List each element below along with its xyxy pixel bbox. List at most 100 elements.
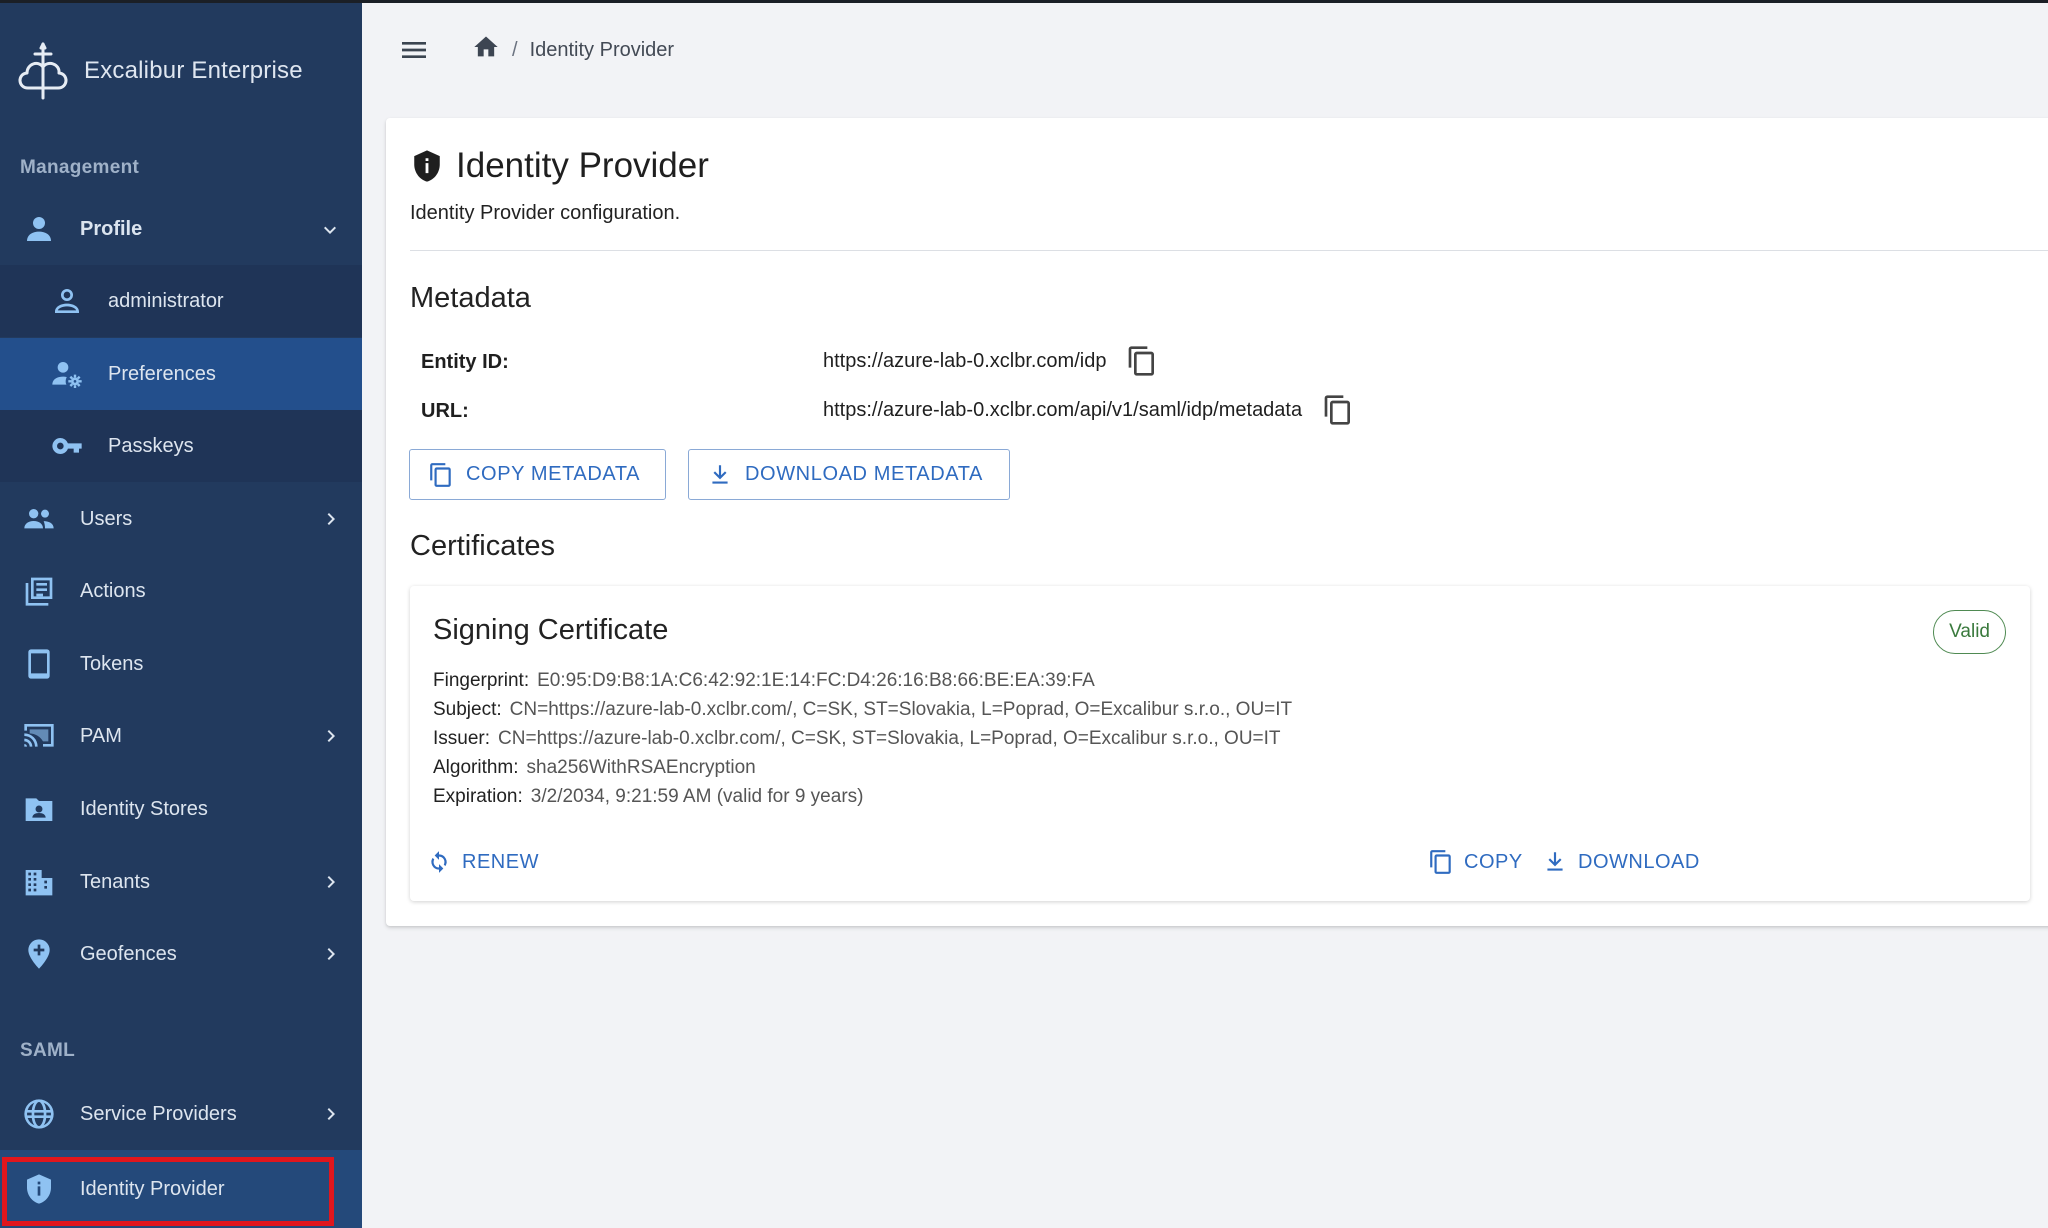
menu-toggle-button[interactable] [398,34,430,66]
download-icon [712,464,728,484]
subject-row: Subject: CN=https://azure-lab-0.xclbr.com… [433,699,1292,721]
divider [410,250,2048,251]
copy-url-button[interactable] [1322,394,1354,426]
entity-id-text: https://azure-lab-0.xclbr.com/idp [823,349,1107,372]
breadcrumb-separator: / [512,38,518,61]
breadcrumb: / Identity Provider [472,35,674,65]
download-certificate-button[interactable]: DOWNLOAD [1542,846,1700,878]
chevron-right-icon [318,870,342,894]
sidebar-item-label: Identity Stores [80,797,208,820]
subject-label: Subject: [433,699,502,720]
list-icon [22,574,56,608]
sidebar-item-identity-provider[interactable]: Identity Provider [0,1150,362,1228]
copy-entity-id-button[interactable] [1126,345,1158,377]
brand[interactable]: Excalibur Enterprise [14,40,303,102]
sidebar-item-preferences[interactable]: Preferences [0,338,362,410]
cast-icon [22,719,56,753]
status-badge: Valid [1933,610,2006,654]
algorithm-row: Algorithm: sha256WithRSAEncryption [433,757,756,779]
sidebar-item-label: Passkeys [108,434,194,457]
copy-metadata-label: COPY METADATA [466,463,641,485]
app-name: Excalibur Enterprise [84,57,303,84]
sidebar-item-users[interactable]: Users [0,483,362,555]
url-text: https://azure-lab-0.xclbr.com/api/v1/sam… [823,398,1303,421]
folder-user-icon [22,792,56,826]
renew-label: RENEW [462,850,539,873]
section-title-saml: SAML [20,1040,76,1061]
breadcrumb-current: Identity Provider [529,38,675,61]
sidebar-item-label: Preferences [108,362,216,385]
building-icon [22,865,56,899]
sidebar-item-label: Tokens [80,652,144,675]
person-settings-icon [50,357,84,391]
copy-icon [1324,395,1351,425]
phone-icon [22,647,56,681]
sidebar-item-service-providers[interactable]: Service Providers [0,1078,362,1150]
sidebar-item-label: PAM [80,724,122,747]
copy-certificate-button[interactable]: COPY [1428,846,1523,878]
hamburger-icon [402,42,426,58]
algorithm-value: sha256WithRSAEncryption [526,757,756,778]
chevron-down-icon [318,217,342,241]
sidebar-item-label: Service Providers [80,1102,237,1125]
expiration-value: 3/2/2034, 9:21:59 AM (valid for 9 years) [530,786,864,807]
page-title: Identity Provider [410,146,709,186]
page-title-text: Identity Provider [456,146,709,185]
sidebar-item-passkeys[interactable]: Passkeys [0,410,362,482]
issuer-row: Issuer: CN=https://azure-lab-0.xclbr.com/… [433,728,1281,750]
download-metadata-button[interactable]: DOWNLOAD METADATA [688,449,1010,500]
globe-icon [22,1097,56,1131]
key-icon [50,429,84,463]
certificates-heading: Certificates [410,530,556,562]
person-outline-icon [50,284,84,318]
sidebar-item-geofences[interactable]: Geofences [0,918,362,990]
sidebar-item-label: Actions [80,579,146,602]
logo-icon [18,42,68,100]
sidebar-item-label: administrator [108,289,224,312]
entity-id-label: Entity ID: [421,351,509,373]
copy-icon [1430,850,1451,874]
issuer-value: CN=https://azure-lab-0.xclbr.com/, C=SK,… [498,728,1281,749]
sidebar-item-label: Users [80,507,133,530]
fingerprint-value: E0:95:D9:B8:1A:C6:42:92:1E:14:FC:D4:26:1… [537,670,1095,691]
sidebar-item-label: Geofences [80,942,177,965]
renew-button[interactable]: RENEW [426,846,539,878]
chevron-right-icon [318,942,342,966]
chevron-right-icon [318,724,342,748]
location-icon [22,937,56,971]
copy-metadata-button[interactable]: COPY METADATA [409,449,666,500]
fingerprint-row: Fingerprint: E0:95:D9:B8:1A:C6:42:92:1E:1… [433,670,1095,692]
chevron-right-icon [318,1102,342,1126]
algorithm-label: Algorithm: [433,757,519,778]
sidebar-item-actions[interactable]: Actions [0,555,362,627]
sidebar-item-pam[interactable]: PAM [0,700,362,772]
download-icon [1547,852,1563,871]
signing-certificate-title: Signing Certificate [433,614,669,646]
metadata-heading: Metadata [410,282,531,314]
section-title-management: Management [20,157,140,178]
download-certificate-label: DOWNLOAD [1578,850,1700,873]
person-icon [22,212,56,246]
home-icon [474,36,498,57]
signing-certificate-card: Signing Certificate Valid Fingerprint: E0… [410,586,2030,901]
shield-icon [22,1172,56,1206]
sidebar-item-label: Identity Provider [80,1177,225,1200]
breadcrumb-home-link[interactable] [472,33,500,67]
sidebar-item-administrator[interactable]: administrator [0,265,362,337]
shield-icon [414,150,440,182]
url-value: https://azure-lab-0.xclbr.com/api/v1/sam… [823,394,1354,426]
download-metadata-label: DOWNLOAD METADATA [745,463,983,485]
chevron-right-icon [318,507,342,531]
page-description: Identity Provider configuration. [410,202,681,224]
copy-icon [430,462,451,487]
identity-provider-card: Identity Provider Identity Provider conf… [386,118,2048,926]
sidebar-item-identity-stores[interactable]: Identity Stores [0,773,362,845]
sidebar-item-tokens[interactable]: Tokens [0,628,362,700]
copy-icon [1129,346,1155,376]
sidebar-item-tenants[interactable]: Tenants [0,846,362,918]
sidebar-item-profile[interactable]: Profile [0,193,362,265]
refresh-icon [431,851,447,873]
entity-id-value: https://azure-lab-0.xclbr.com/idp [823,345,1158,377]
sidebar-item-label: Tenants [80,870,151,893]
window-top-edge [0,0,2048,3]
